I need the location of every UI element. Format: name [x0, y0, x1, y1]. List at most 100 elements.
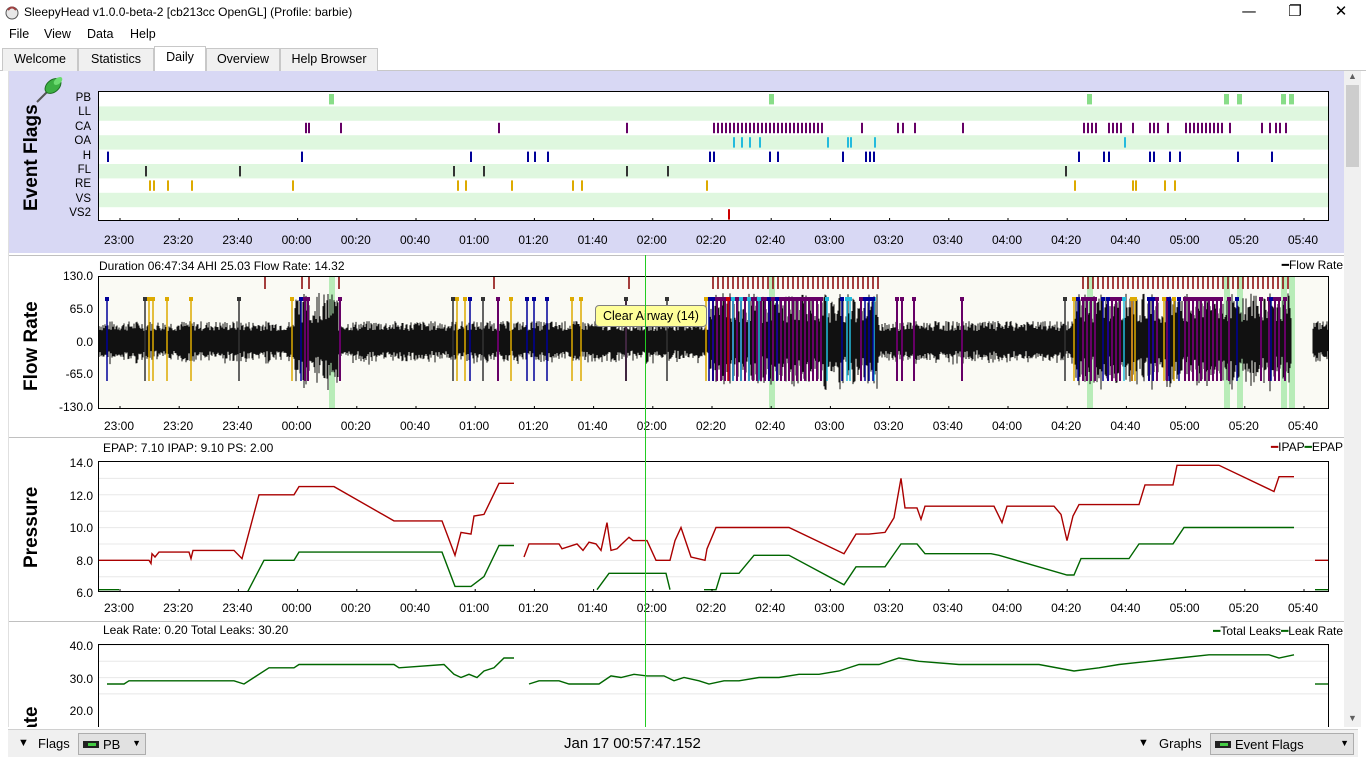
x-tick-label: 02:20	[695, 233, 727, 247]
leak-rate-title: ak Rate	[21, 706, 43, 727]
x-tick-label: 05:40	[1287, 601, 1319, 615]
flow-event-marker	[463, 297, 467, 301]
tab-welcome[interactable]: Welcome	[2, 48, 78, 71]
flag-event-mark	[1167, 122, 1169, 134]
flow-rate-plot[interactable]	[98, 276, 1329, 409]
flow-event-marker	[1118, 297, 1122, 301]
flag-event-mark	[191, 180, 193, 191]
menu-bar: File View Data Help	[0, 24, 1366, 45]
flag-event-mark	[1132, 122, 1134, 134]
flow-event-marker	[719, 297, 723, 301]
x-tick-label: 03:20	[873, 419, 904, 433]
flag-event-mark	[1224, 94, 1229, 105]
flag-event-mark	[1205, 122, 1207, 134]
flag-row-label: VS2	[69, 207, 91, 220]
flag-event-mark	[741, 137, 743, 148]
pressure-plot[interactable]	[98, 461, 1329, 592]
close-button[interactable]: ✕	[1318, 0, 1364, 24]
flag-event-mark	[153, 180, 155, 191]
x-tick-label: 02:00	[636, 233, 667, 247]
menu-data[interactable]: Data	[87, 27, 113, 41]
flag-event-mark	[149, 180, 151, 191]
y-tick-label: 20.0	[69, 704, 93, 718]
flag-event-mark	[1132, 180, 1134, 191]
flags-combo[interactable]: PB ▼	[78, 733, 146, 755]
graphs-label[interactable]: Graphs	[1159, 736, 1202, 751]
flag-row-label: VS	[75, 192, 91, 205]
flag-event-mark	[465, 180, 467, 191]
leak-rate-panel[interactable]: Leak Rate: 0.20 Total Leaks: 30.20 ━Tota…	[9, 621, 1344, 727]
flow-event-marker	[1114, 297, 1118, 301]
flag-event-mark	[733, 122, 735, 134]
event-flags-plot[interactable]	[98, 91, 1329, 221]
flow-event-marker	[960, 297, 964, 301]
flag-event-mark	[897, 122, 899, 134]
flow-event-marker	[1235, 297, 1239, 301]
flag-event-mark	[737, 122, 739, 134]
flag-event-mark	[765, 122, 767, 134]
x-tick-label: 03:20	[873, 233, 904, 247]
x-tick-label: 00:40	[399, 419, 431, 433]
ipap-series-line	[523, 464, 1294, 562]
flag-event-mark	[789, 122, 791, 134]
flow-event-marker	[900, 297, 904, 301]
flag-event-mark	[785, 122, 787, 134]
app-icon	[5, 6, 19, 20]
flow-rate-panel[interactable]: Duration 06:47:34 AHI 25.03 Flow Rate: 1…	[9, 255, 1344, 437]
flow-event-marker	[1133, 297, 1137, 301]
time-cursor	[645, 255, 646, 727]
graphs-dropdown-icon[interactable]: ▼	[1138, 737, 1149, 749]
tab-statistics[interactable]: Statistics	[78, 48, 154, 71]
flow-event-marker	[704, 297, 708, 301]
flag-event-mark	[761, 122, 763, 134]
scroll-up-icon[interactable]: ▲	[1344, 71, 1361, 85]
flow-legend: ━Flow Rate	[1281, 258, 1343, 272]
flag-event-mark	[1217, 122, 1219, 134]
tab-bar: Welcome Statistics Daily Overview Help B…	[0, 46, 1366, 72]
scroll-down-icon[interactable]: ▼	[1344, 713, 1361, 727]
tab-daily[interactable]: Daily	[154, 46, 206, 72]
flag-event-mark	[1164, 180, 1166, 191]
flow-event-marker	[1199, 297, 1203, 301]
vertical-scrollbar[interactable]: ▲ ▼	[1344, 71, 1361, 727]
flag-row-label: OA	[74, 135, 91, 148]
flow-event-marker	[1219, 297, 1223, 301]
pressure-panel[interactable]: EPAP: 7.10 IPAP: 9.10 PS: 2.00 ━IPAP━EPA…	[9, 437, 1344, 619]
x-tick-label: 04:20	[1051, 233, 1082, 247]
flag-event-mark	[777, 151, 779, 162]
menu-help[interactable]: Help	[130, 27, 156, 41]
flag-event-mark	[453, 166, 455, 177]
event-flags-panel[interactable]: Event Flags PB LL CA OA H FL RE VS VS2 23:00 23:2…	[9, 71, 1344, 253]
menu-file[interactable]: File	[9, 27, 29, 41]
scroll-thumb[interactable]	[1346, 85, 1359, 167]
flag-event-mark	[1083, 122, 1085, 134]
leak-info: Leak Rate: 0.20 Total Leaks: 30.20	[103, 623, 289, 637]
flag-event-mark	[728, 209, 730, 220]
flags-dropdown-icon[interactable]: ▼	[18, 737, 29, 749]
flag-event-mark	[749, 137, 751, 148]
flow-event-marker	[525, 297, 529, 301]
menu-view[interactable]: View	[44, 27, 71, 41]
flow-event-marker	[1269, 297, 1273, 301]
x-tick-label: 23:00	[103, 601, 135, 615]
minimize-button[interactable]: —	[1226, 0, 1272, 24]
leak-series-line	[107, 657, 514, 685]
maximize-button[interactable]: ❐	[1272, 0, 1318, 24]
flag-event-mark	[781, 122, 783, 134]
leak-rate-plot[interactable]	[98, 644, 1329, 727]
flag-event-mark	[527, 151, 529, 162]
flags-label[interactable]: Flags	[38, 736, 70, 751]
flow-event-marker	[1151, 297, 1155, 301]
graphs-combo[interactable]: Event Flags ▼	[1210, 733, 1354, 755]
flow-event-marker	[735, 297, 739, 301]
flow-event-marker	[143, 297, 147, 301]
flag-event-mark	[753, 122, 755, 134]
flow-event-marker	[787, 297, 791, 301]
tab-help-browser[interactable]: Help Browser	[280, 48, 378, 71]
flow-event-marker	[863, 297, 867, 301]
flag-event-mark	[1153, 151, 1155, 162]
x-tick-label: 05:00	[1169, 419, 1200, 433]
x-tick-label: 23:40	[222, 419, 253, 433]
flow-event-marker	[825, 297, 829, 301]
tab-overview[interactable]: Overview	[206, 48, 280, 71]
